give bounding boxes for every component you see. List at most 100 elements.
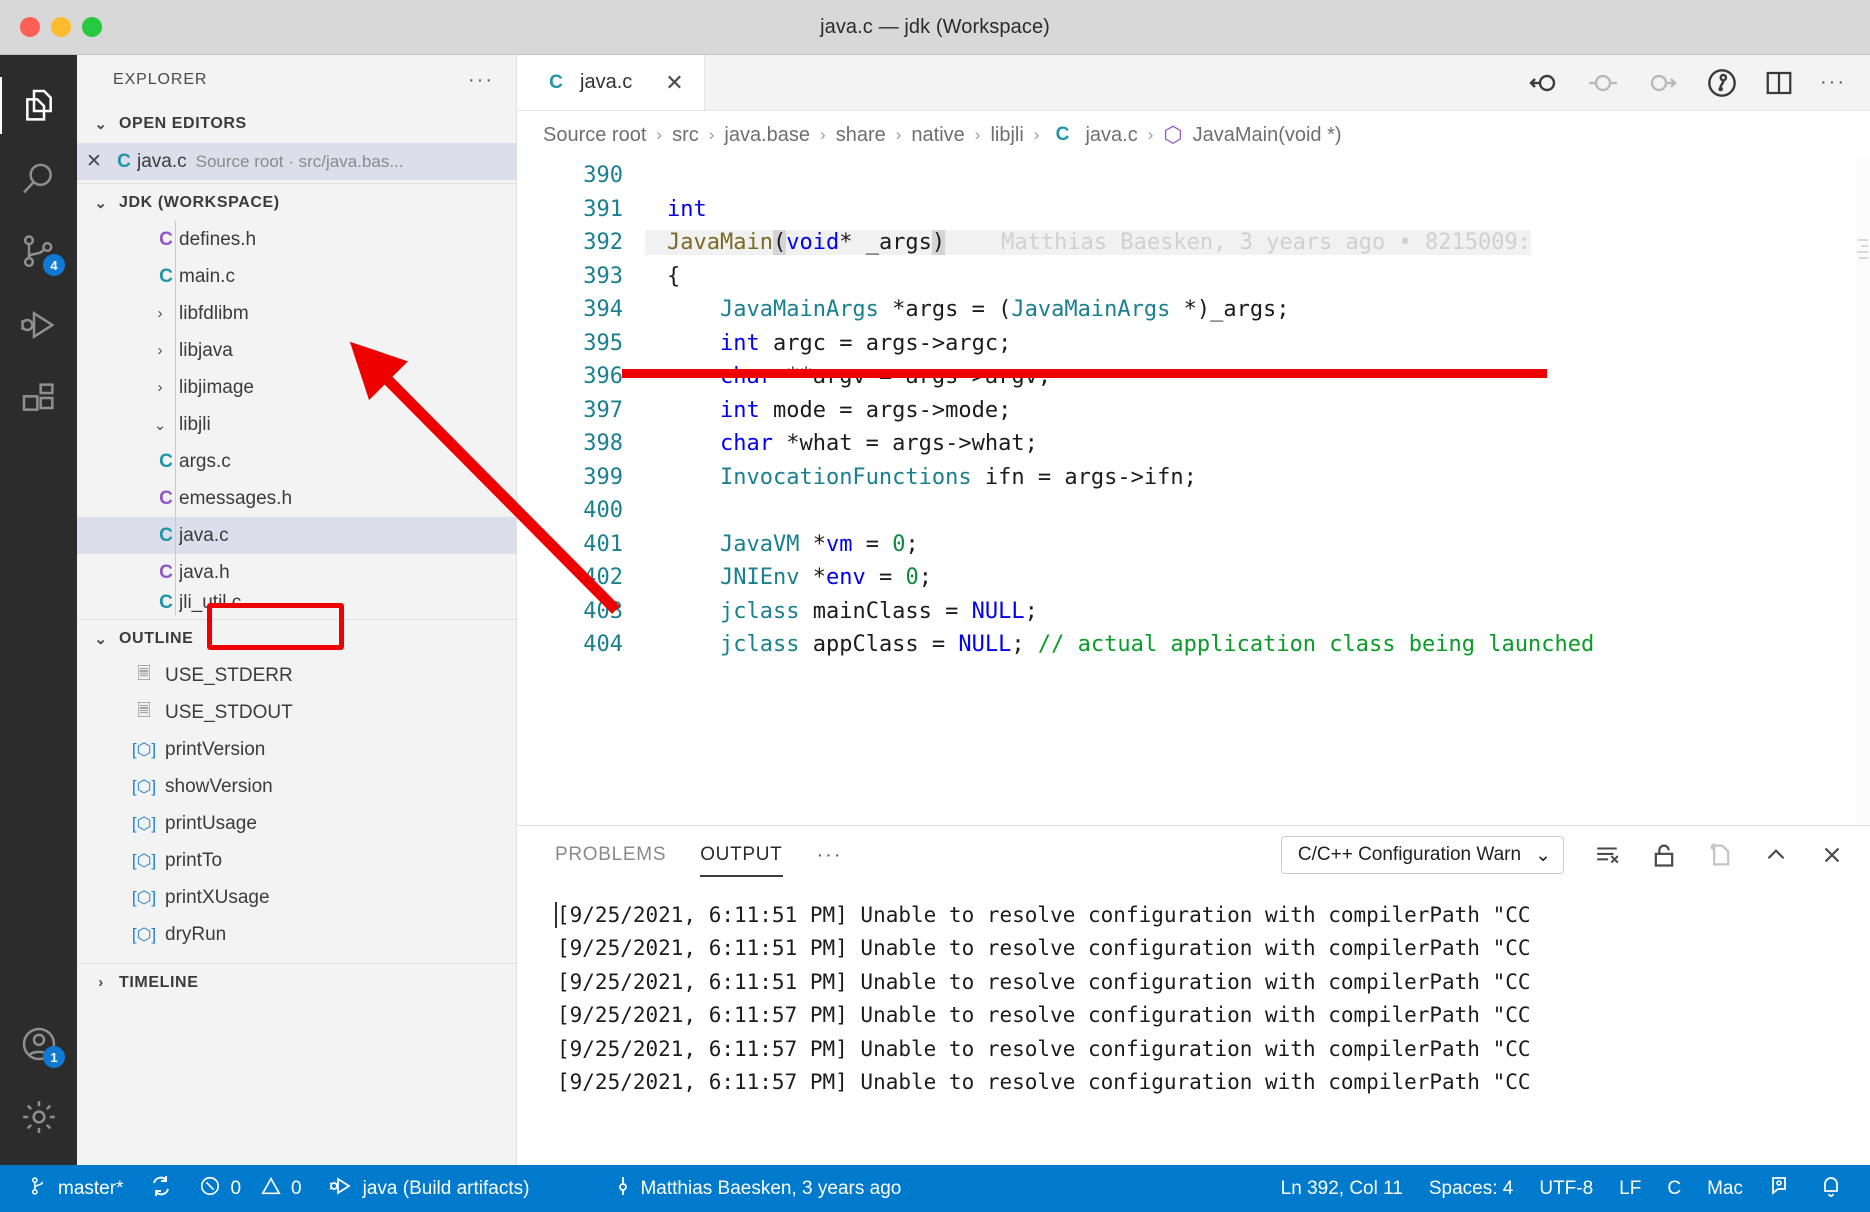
status-build-target[interactable]: java (Build artifacts) <box>315 1165 543 1212</box>
status-indentation[interactable]: Spaces: 4 <box>1416 1165 1527 1212</box>
open-editor-item-java-c[interactable]: ✕ C java.c Source root · src/java.bas... <box>77 143 516 180</box>
section-open-editors[interactable]: ⌄ OPEN EDITORS <box>77 105 516 143</box>
breadcrumb-item-6[interactable]: java.c <box>1085 124 1137 147</box>
line-content: JNIEnv *env = 0; <box>719 565 932 591</box>
outline-item-showversion[interactable]: [⬡] showVersion <box>77 768 516 805</box>
status-sync[interactable] <box>136 1165 186 1212</box>
chevron-right-icon[interactable]: › <box>147 305 173 322</box>
open-editor-description: Source root · src/java.bas... <box>195 151 404 171</box>
next-change-icon[interactable] <box>1646 71 1680 95</box>
chevron-right-icon: › <box>820 125 826 144</box>
status-bar-right: Ln 392, Col 11 Spaces: 4 UTF-8 LF C Mac <box>1268 1165 1870 1212</box>
section-workspace[interactable]: ⌄ JDK (WORKSPACE) <box>77 183 516 221</box>
code-line-401: 401 JavaVM *vm = 0; <box>517 528 1870 562</box>
output-channel-select[interactable]: C/C++ Configuration Warn ⌄ <box>1280 836 1564 874</box>
breadcrumb-item-1[interactable]: src <box>672 124 699 147</box>
collapse-panel-icon[interactable] <box>1762 842 1790 868</box>
c-file-icon: C <box>117 150 131 172</box>
tree-item-libjava[interactable]: › libjava <box>77 332 516 369</box>
status-cursor-position[interactable]: Ln 392, Col 11 <box>1268 1165 1416 1212</box>
breadcrumb-item-7[interactable]: JavaMain(void *) <box>1193 124 1342 147</box>
close-tab-icon[interactable]: ✕ <box>665 70 683 96</box>
outline-item-printxusage[interactable]: [⬡] printXUsage <box>77 879 516 916</box>
tab-java-c[interactable]: C java.c ✕ <box>517 55 705 110</box>
breadcrumb-item-2[interactable]: java.base <box>724 124 810 147</box>
status-encoding[interactable]: UTF-8 <box>1526 1165 1606 1212</box>
status-problems[interactable]: 0 0 <box>186 1165 314 1212</box>
sidebar-header: EXPLORER ··· <box>77 55 516 105</box>
git-timeline-icon[interactable] <box>1706 67 1738 99</box>
outline-item-printto[interactable]: [⬡] printTo <box>77 842 516 879</box>
breadcrumb-item-0[interactable]: Source root <box>543 124 646 147</box>
breadcrumb-item-4[interactable]: native <box>911 124 964 147</box>
outline-item-label: showVersion <box>165 775 273 797</box>
breadcrumb-item-5[interactable]: libjli <box>990 124 1023 147</box>
line-content: int <box>667 196 707 222</box>
section-timeline[interactable]: › TIMELINE <box>77 963 516 1001</box>
tree-item-emessages-h[interactable]: C emessages.h <box>77 480 516 517</box>
chevron-right-icon[interactable]: › <box>147 379 173 396</box>
more-actions-icon[interactable]: ··· <box>1820 71 1846 94</box>
outline-item-dryrun[interactable]: [⬡] dryRun <box>77 916 516 953</box>
scroll-lock-icon[interactable] <box>1650 840 1678 870</box>
close-panel-icon[interactable] <box>1818 842 1846 868</box>
section-outline[interactable]: ⌄ OUTLINE <box>77 619 516 657</box>
status-cpp-config[interactable]: Mac <box>1694 1165 1756 1212</box>
outline-item-printusage[interactable]: [⬡] printUsage <box>77 805 516 842</box>
activity-item-settings[interactable] <box>0 1080 77 1153</box>
line-number: 397 <box>583 397 623 423</box>
status-notifications[interactable] <box>1806 1165 1856 1212</box>
activity-item-source-control[interactable]: 4 <box>0 215 77 288</box>
activity-item-run-and-debug[interactable] <box>0 288 77 361</box>
editor-tabs: C java.c ✕ ··· <box>517 55 1870 111</box>
outline-item-use-stdout[interactable]: 🗏 USE_STDOUT <box>77 694 516 731</box>
open-in-editor-icon[interactable] <box>1706 840 1734 870</box>
tree-item-defines-h[interactable]: C defines.h <box>77 221 516 258</box>
tab-problems[interactable]: PROBLEMS <box>555 826 666 884</box>
chevron-right-icon: › <box>1033 125 1040 144</box>
c-file-icon: C <box>159 592 173 613</box>
tab-output[interactable]: OUTPUT <box>700 826 783 884</box>
tree-item-java-c[interactable]: C java.c <box>77 517 516 554</box>
function-icon: [⬡] <box>131 924 157 944</box>
code-editor[interactable]: 390 391 int 392 JavaMain(void* _args) Mat… <box>517 159 1870 825</box>
tree-item-java-h[interactable]: C java.h <box>77 554 516 591</box>
output-content[interactable]: [9/25/2021, 6:11:51 PM] Unable to resolv… <box>517 884 1870 1165</box>
code-line-392: 392 JavaMain(void* _args) Matthias Baeske… <box>517 226 1870 260</box>
status-git-blame[interactable]: Matthias Baesken, 3 years ago <box>602 1165 914 1212</box>
current-change-icon[interactable] <box>1586 71 1620 95</box>
chevron-down-icon[interactable]: ⌄ <box>147 416 173 434</box>
chevron-right-icon: › <box>98 974 104 991</box>
status-git-branch[interactable]: master* <box>16 1165 136 1212</box>
activity-item-accounts[interactable]: 1 <box>0 1007 77 1080</box>
status-eol[interactable]: LF <box>1606 1165 1654 1212</box>
tree-item-libfdlibm[interactable]: › libfdlibm <box>77 295 516 332</box>
status-git-branch-label: master* <box>58 1177 124 1199</box>
tree-item-libjli[interactable]: ⌄ libjli <box>77 406 516 443</box>
outline-item-printversion[interactable]: [⬡] printVersion <box>77 731 516 768</box>
line-content: { <box>667 263 681 289</box>
activity-item-search[interactable] <box>0 142 77 215</box>
previous-change-icon[interactable] <box>1526 71 1560 95</box>
minimap[interactable] <box>1856 159 1870 825</box>
close-editor-icon[interactable]: ✕ <box>77 150 111 173</box>
panel-more-tabs-icon[interactable]: ··· <box>817 844 843 867</box>
tree-item-args-c[interactable]: C args.c <box>77 443 516 480</box>
breadcrumb-item-3[interactable]: share <box>836 124 886 147</box>
activity-bar: 4 1 <box>0 55 77 1165</box>
activity-item-explorer[interactable] <box>0 69 77 142</box>
chevron-right-icon[interactable]: › <box>147 342 173 359</box>
split-editor-icon[interactable] <box>1764 68 1794 98</box>
clear-output-icon[interactable] <box>1592 842 1622 868</box>
line-content: InvocationFunctions ifn = args->ifn; <box>719 464 1197 490</box>
status-build-target-label: java (Build artifacts) <box>362 1177 530 1199</box>
activity-item-extensions[interactable] <box>0 361 77 434</box>
run-debug-icon <box>19 305 59 345</box>
status-live-share[interactable] <box>1756 1165 1806 1212</box>
tree-item-libjimage[interactable]: › libjimage <box>77 369 516 406</box>
sidebar-more-actions-icon[interactable]: ··· <box>468 69 494 92</box>
outline-item-use-stderr[interactable]: 🗏 USE_STDERR <box>77 657 516 694</box>
tree-item-main-c[interactable]: C main.c <box>77 258 516 295</box>
tree-item-jli-util-c[interactable]: C jli_util.c <box>77 591 516 615</box>
status-language-mode[interactable]: C <box>1654 1165 1694 1212</box>
